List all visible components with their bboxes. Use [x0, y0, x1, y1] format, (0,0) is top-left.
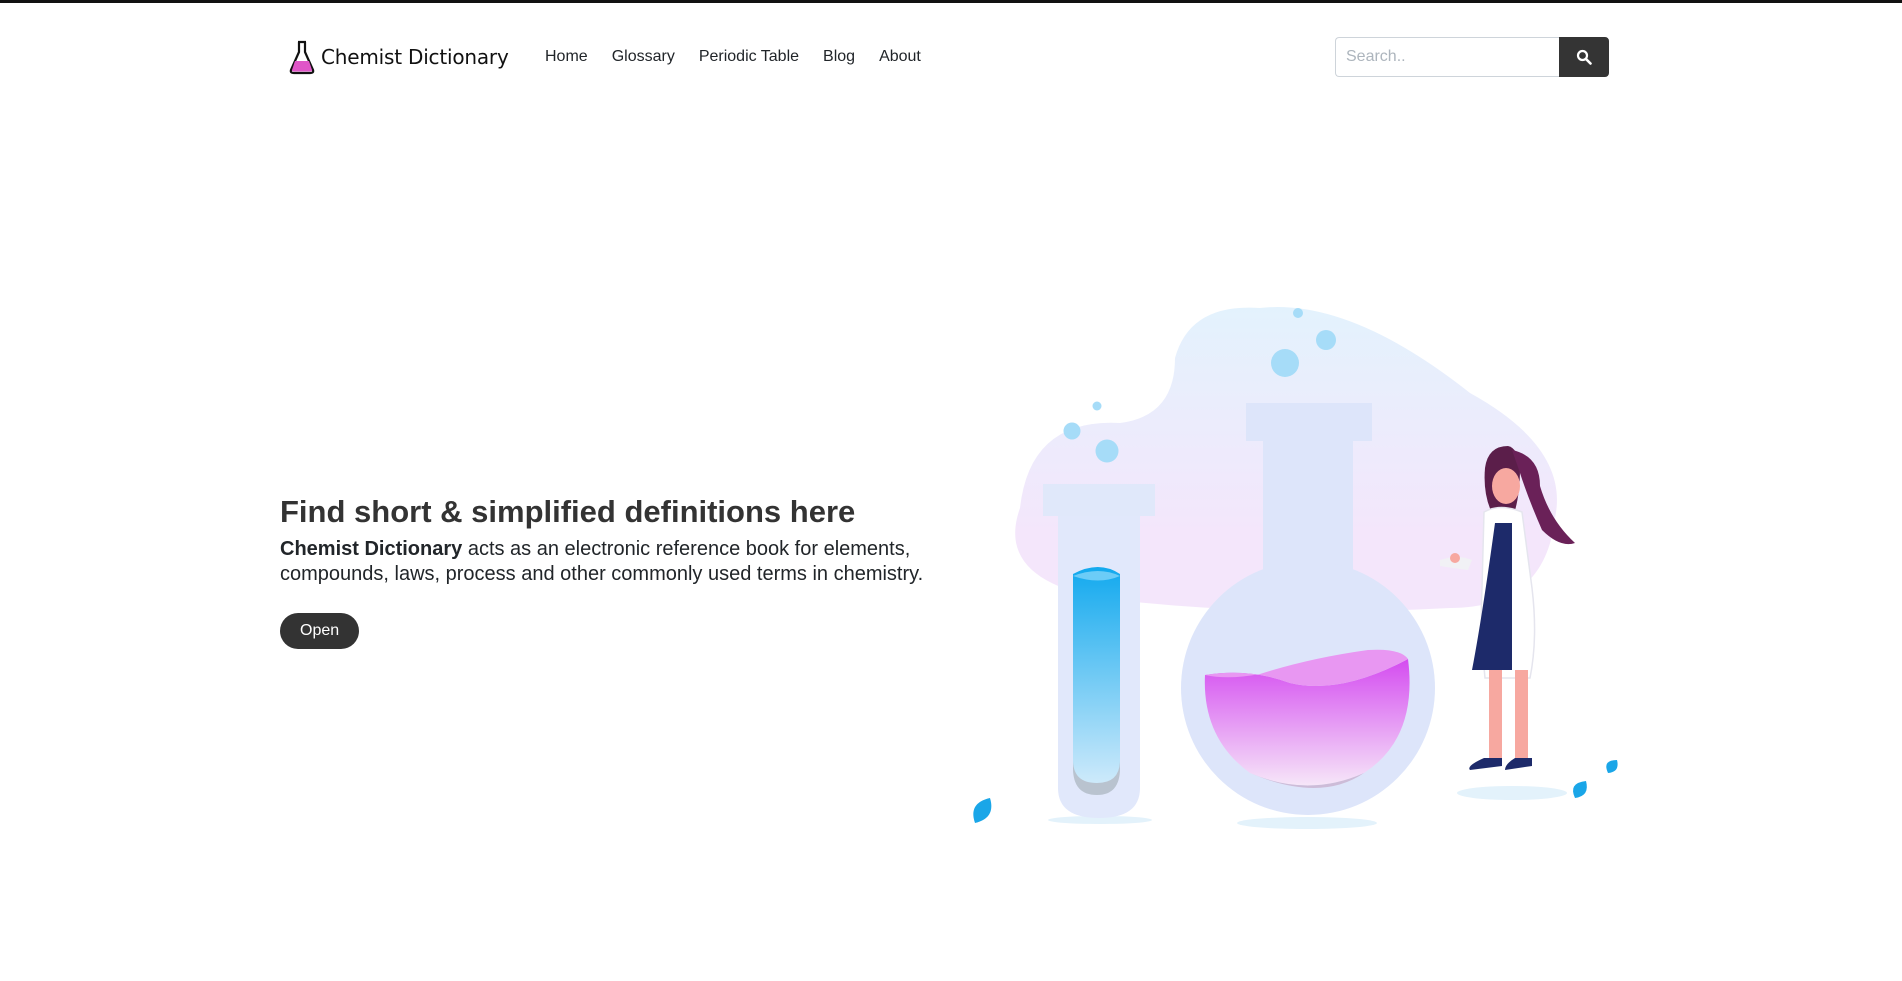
hero-description: Chemist Dictionary acts as an electronic… — [280, 537, 960, 587]
nav-link-glossary[interactable]: Glossary — [600, 45, 687, 69]
open-button[interactable]: Open — [280, 613, 360, 649]
search-icon — [1576, 49, 1592, 65]
test-tube — [1043, 484, 1155, 818]
nav-link-blog[interactable]: Blog — [811, 45, 867, 69]
hero-title: Find short & simplified definitions here — [280, 494, 856, 529]
hero-description-brand: Chemist Dictionary — [280, 538, 463, 560]
nav-link-periodic-table[interactable]: Periodic Table — [687, 45, 811, 69]
search-input[interactable] — [1335, 37, 1559, 77]
brand-link[interactable]: Chemist Dictionary — [288, 39, 509, 75]
nav-link-home[interactable]: Home — [545, 45, 600, 69]
nav-link-about[interactable]: About — [867, 45, 933, 69]
hero-section: Find short & simplified definitions here… — [280, 493, 960, 649]
brand-name: Chemist Dictionary — [321, 45, 509, 69]
main-nav: Home Glossary Periodic Table Blog About — [545, 45, 933, 69]
scientist-illustration — [973, 307, 1618, 829]
search-form — [1335, 37, 1609, 77]
navbar: Chemist Dictionary Home Glossary Periodi… — [280, 33, 1610, 83]
flask-icon — [289, 40, 315, 75]
search-button[interactable] — [1559, 37, 1609, 77]
